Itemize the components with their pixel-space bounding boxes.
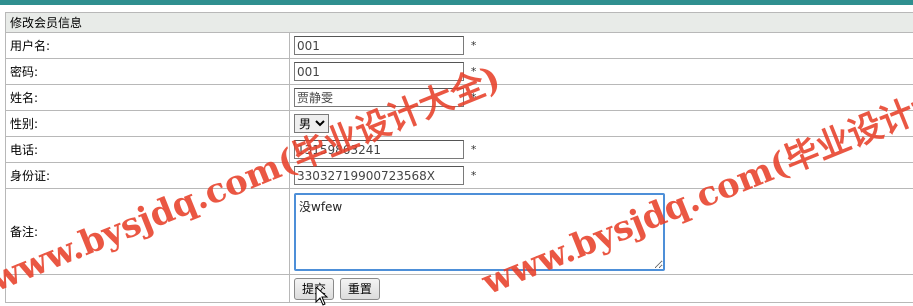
password-required-mark: * bbox=[471, 65, 477, 78]
remark-label: 备注: bbox=[6, 189, 290, 275]
top-accent-bar bbox=[0, 0, 913, 5]
name-label: 姓名: bbox=[6, 85, 290, 111]
button-row-spacer bbox=[6, 275, 290, 303]
phone-cell: * bbox=[290, 137, 913, 163]
name-required-mark: * bbox=[471, 91, 477, 104]
gender-label: 性别: bbox=[6, 111, 290, 137]
gender-select[interactable]: 男 bbox=[294, 114, 329, 133]
idcard-cell: * bbox=[290, 163, 913, 189]
password-cell: * bbox=[290, 59, 913, 85]
remark-cell: 没wfew bbox=[290, 189, 913, 275]
idcard-label: 身份证: bbox=[6, 163, 290, 189]
submit-button[interactable]: 提交 bbox=[294, 278, 334, 300]
name-input[interactable] bbox=[294, 88, 464, 107]
phone-label: 电话: bbox=[6, 137, 290, 163]
password-input[interactable] bbox=[294, 62, 464, 81]
phone-required-mark: * bbox=[471, 143, 477, 156]
name-cell: * bbox=[290, 85, 913, 111]
username-label: 用户名: bbox=[6, 33, 290, 59]
username-required-mark: * bbox=[471, 39, 477, 52]
edit-member-form: 修改会员信息 用户名: * 密码: * 姓名: * 性别: 男 电话: bbox=[5, 12, 913, 303]
idcard-required-mark: * bbox=[471, 169, 477, 182]
form-title: 修改会员信息 bbox=[6, 13, 913, 33]
password-label: 密码: bbox=[6, 59, 290, 85]
username-cell: * bbox=[290, 33, 913, 59]
reset-button[interactable]: 重置 bbox=[340, 278, 380, 300]
username-input[interactable] bbox=[294, 36, 464, 55]
phone-input[interactable] bbox=[294, 140, 464, 159]
remark-textarea[interactable]: 没wfew bbox=[294, 193, 665, 271]
button-cell: 提交 重置 bbox=[290, 275, 913, 303]
gender-cell: 男 bbox=[290, 111, 913, 137]
idcard-input[interactable] bbox=[294, 166, 464, 185]
